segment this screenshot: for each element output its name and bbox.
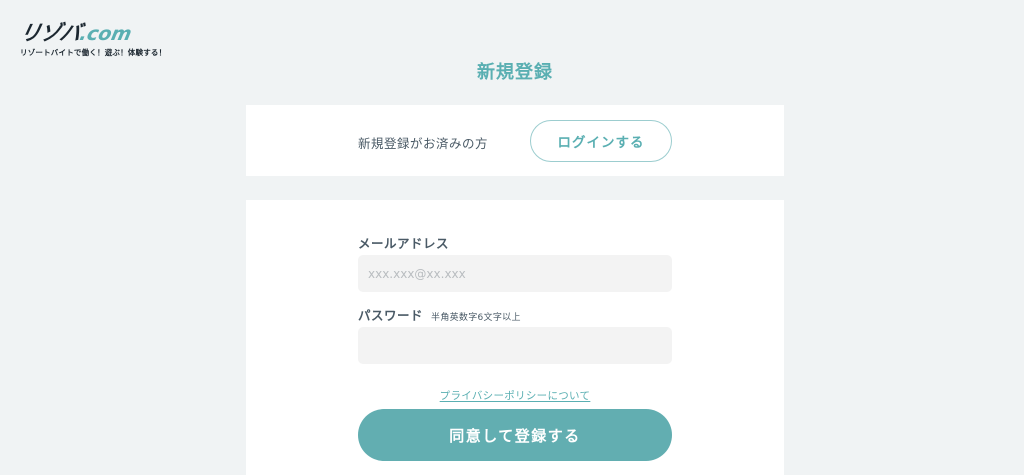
email-field[interactable] [358,255,672,292]
site-logo[interactable]: リゾバ .com リゾートバイトで働く！遊ぶ！体験する！ [17,21,167,58]
email-label: メールアドレス [358,233,449,252]
logo-mark: リゾバ .com [17,21,166,45]
page-title: 新規登録 [477,62,553,83]
login-prompt-text: 新規登録がお済みの方 [358,136,489,151]
login-button[interactable]: ログインする [530,120,672,162]
password-label: パスワード 半角英数字6文字以上 [358,305,521,324]
logo-tagline: リゾートバイトで働く！遊ぶ！体験する！ [20,48,167,57]
agree-and-register-button[interactable]: 同意して登録する [358,409,672,461]
registration-page: リゾバ .com リゾートバイトで働く！遊ぶ！体験する！ 新規登録 新規登録がお… [0,0,1024,475]
privacy-policy-link[interactable]: プライバシーポリシーについて [440,390,591,402]
email-label-text: メールアドレス [358,236,450,251]
logo-main-text: リゾバ [17,21,83,45]
privacy-link-row: プライバシーポリシーについて [246,388,784,403]
password-hint: 半角英数字6文字以上 [431,313,521,323]
password-label-text: パスワード [358,308,424,323]
logo-suffix-text: .com [77,23,134,45]
password-field[interactable] [358,327,672,364]
register-form: メールアドレス パスワード半角英数字6文字以上 プライバシーポリシーについて 同… [246,200,784,475]
login-card: 新規登録がお済みの方 ログインする [246,105,784,176]
